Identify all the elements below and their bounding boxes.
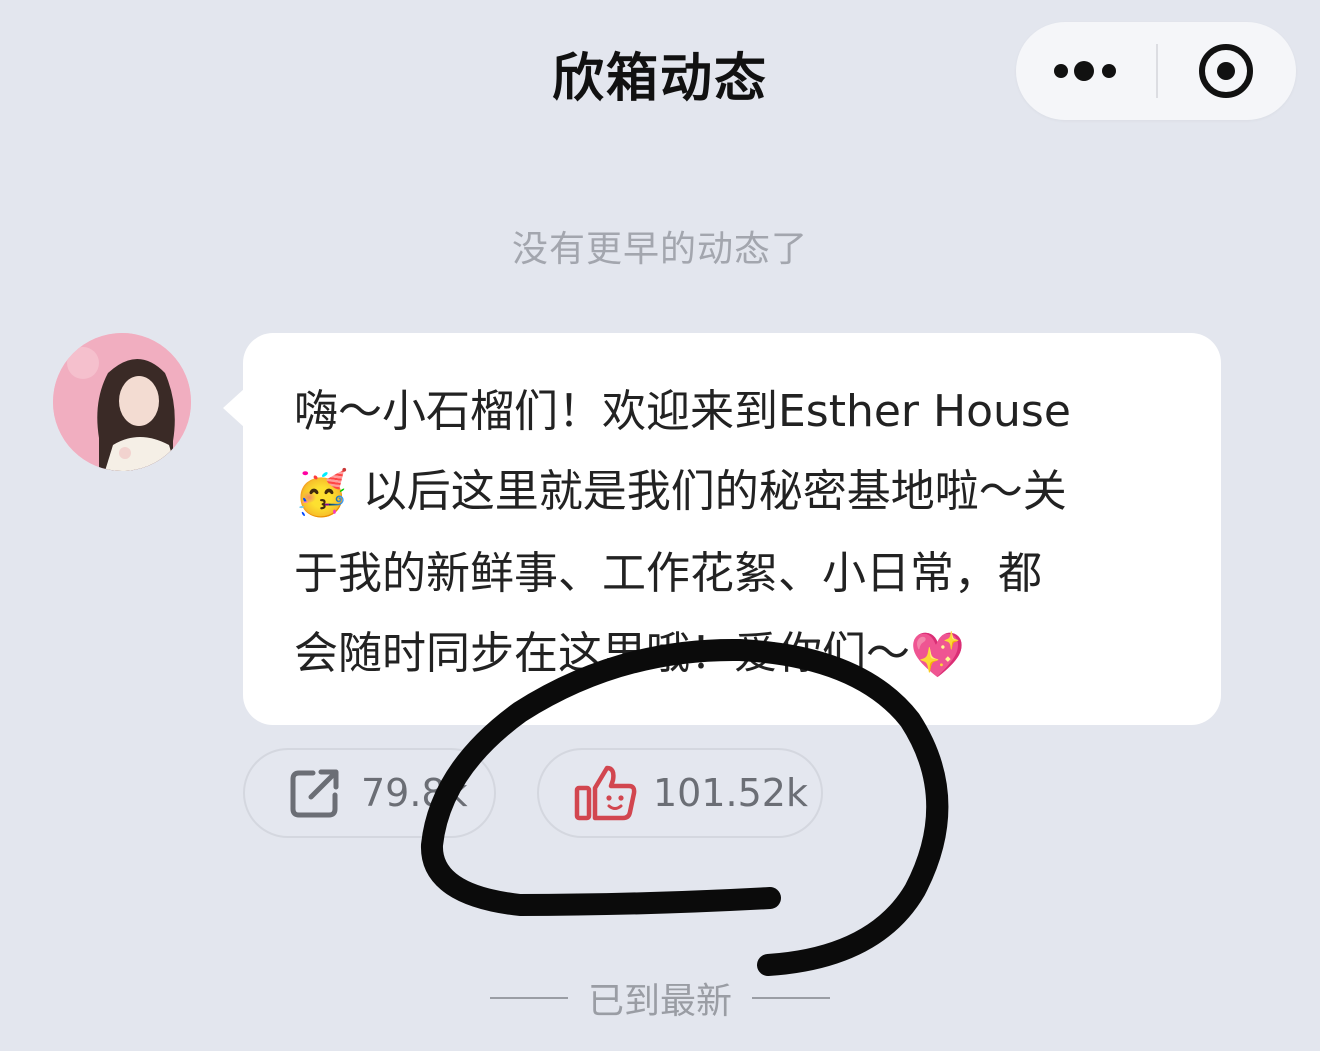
share-button[interactable]: 79.8k: [243, 748, 496, 838]
thumbs-up-icon: [574, 765, 637, 821]
like-button[interactable]: 101.52k: [537, 748, 823, 838]
post-line-4-wrap: 会随时同步在这里哦！爱你们～💖: [294, 614, 1174, 696]
avatar-portrait: [53, 333, 191, 471]
bubble-tail: [223, 388, 245, 428]
top-notice: 没有更早的动态了: [511, 229, 808, 270]
post-line-2: 以后这里就是我们的秘密基地啦～关: [348, 466, 1067, 517]
bottom-notice-text: 已到最新: [587, 981, 732, 1022]
more-dots-icon: [1054, 61, 1116, 81]
post-line-3: 于我的新鲜事、工作花絮、小日常，都: [294, 548, 1042, 599]
post-line-2-wrap: 🥳 以后这里就是我们的秘密基地啦～关: [294, 452, 1174, 534]
target-circle-icon: [1199, 44, 1253, 98]
share-count: 79.8k: [361, 771, 468, 815]
more-button[interactable]: [1016, 22, 1156, 120]
like-count: 101.52k: [653, 771, 808, 815]
bottom-dash-right: [752, 997, 830, 999]
post-line-1: 嗨～小石榴们！欢迎来到Esther House: [294, 386, 1071, 437]
close-button[interactable]: [1158, 22, 1296, 120]
avatar[interactable]: [53, 333, 191, 471]
party-face-emoji: 🥳: [294, 468, 349, 519]
post-text: 嗨～小石榴们！欢迎来到Esther House 🥳 以后这里就是我们的秘密基地啦…: [294, 372, 1174, 696]
bottom-dash-left: [490, 997, 568, 999]
sparkling-heart-emoji: 💖: [910, 630, 965, 681]
mini-program-capsule: [1016, 22, 1296, 120]
share-icon: [290, 769, 339, 818]
bottom-notice: 已到最新: [0, 972, 1320, 1024]
post-line-4: 会随时同步在这里哦！爱你们～: [294, 628, 910, 679]
